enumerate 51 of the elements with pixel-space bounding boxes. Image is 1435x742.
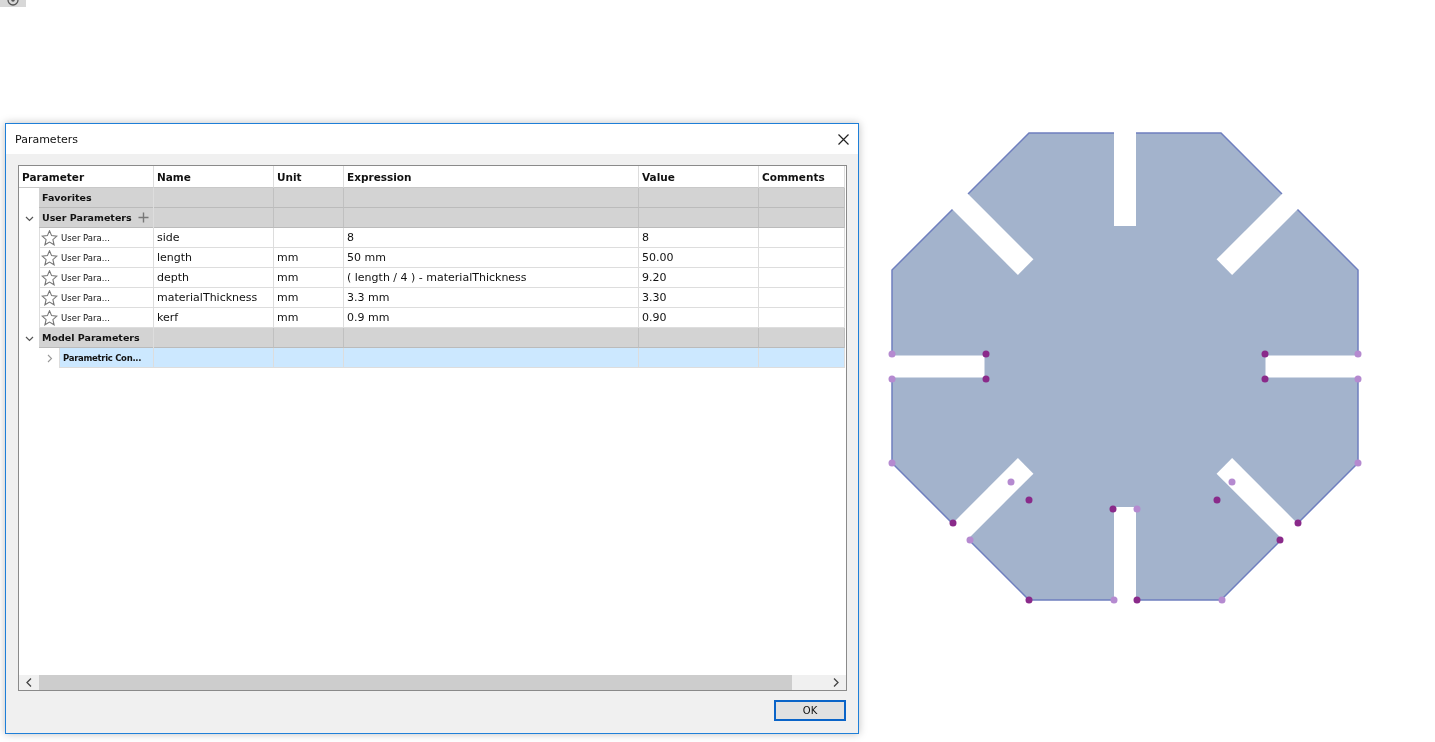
name-cell[interactable]: depth [154, 268, 274, 288]
table-cell [274, 188, 344, 208]
parameter-type: User Para... [61, 312, 110, 323]
group-row-cell[interactable]: User Parameters [39, 208, 153, 228]
parameter-row-cell[interactable]: User Para... [39, 288, 153, 308]
parameter-type: User Para... [61, 292, 110, 303]
group-label: Favorites [42, 192, 92, 203]
parameter-type: User Para... [61, 272, 110, 283]
parameter-row-cell[interactable]: User Para... [39, 248, 153, 268]
unit-cell[interactable] [274, 228, 344, 248]
table-cell [274, 208, 344, 228]
parameter-type: User Para... [61, 252, 110, 263]
star-icon[interactable] [41, 269, 58, 286]
star-icon[interactable] [41, 249, 58, 266]
unit-cell[interactable]: mm [274, 268, 344, 288]
value-cell: 50.00 [639, 248, 759, 268]
table-cell [274, 348, 344, 368]
comments-cell[interactable] [759, 268, 845, 288]
tree-item[interactable]: Parametric Con... [59, 348, 153, 368]
comments-cell[interactable] [759, 288, 845, 308]
parameter-type: User Para... [61, 232, 110, 243]
name-cell[interactable]: materialThickness [154, 288, 274, 308]
value-cell: 3.30 [639, 288, 759, 308]
star-icon[interactable] [41, 229, 58, 246]
expression-cell[interactable]: 8 [344, 228, 639, 248]
group-label: Model Parameters [42, 332, 140, 343]
scroll-right-icon[interactable] [832, 678, 840, 687]
group-label: User Parameters [42, 212, 132, 223]
window-title: Parameters [15, 132, 78, 146]
unit-cell[interactable]: mm [274, 248, 344, 268]
expression-cell[interactable]: 50 mm [344, 248, 639, 268]
unit-cell[interactable]: mm [274, 288, 344, 308]
expression-cell[interactable]: ( length / 4 ) - materialThickness [344, 268, 639, 288]
star-icon[interactable] [41, 309, 58, 326]
value-cell: 8 [639, 228, 759, 248]
scroll-left-icon[interactable] [25, 678, 33, 687]
group-row-cell[interactable]: Model Parameters [39, 328, 153, 348]
value-cell: 9.20 [639, 268, 759, 288]
expression-cell[interactable]: 3.3 mm [344, 288, 639, 308]
ok-button[interactable]: OK [774, 700, 846, 721]
star-icon[interactable] [41, 289, 58, 306]
close-icon[interactable] [838, 133, 849, 145]
table-cell [274, 328, 344, 348]
add-icon[interactable] [137, 212, 149, 223]
comments-cell[interactable] [759, 228, 845, 248]
name-cell[interactable]: side [154, 228, 274, 248]
name-cell[interactable]: length [154, 248, 274, 268]
comments-cell[interactable] [759, 248, 845, 268]
group-row-cell[interactable]: Favorites [39, 188, 153, 208]
parameter-row-cell[interactable]: User Para... [39, 228, 153, 248]
parameter-row-cell[interactable]: User Para... [39, 268, 153, 288]
